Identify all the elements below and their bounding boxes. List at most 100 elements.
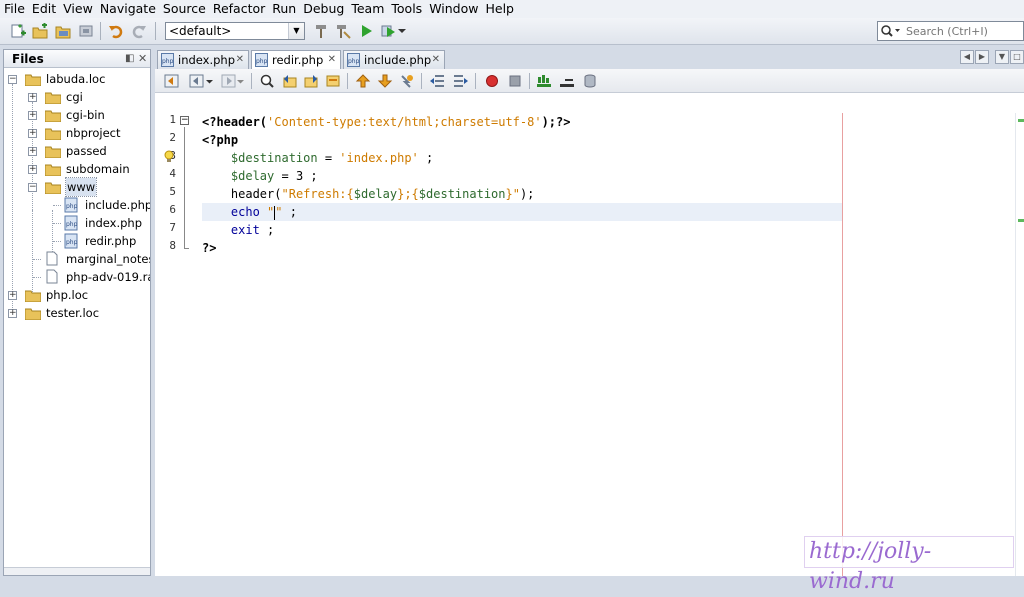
horizontal-scrollbar[interactable] [4, 567, 150, 575]
next-bookmark-icon[interactable] [377, 73, 393, 89]
menu-run[interactable]: Run [268, 0, 299, 18]
collapse-icon[interactable]: − [8, 75, 17, 84]
stripe-mark[interactable] [1018, 219, 1024, 222]
menu-navigate[interactable]: Navigate [96, 0, 159, 18]
tree-item-cgi-bin[interactable]: + cgi-bin [4, 106, 150, 124]
toggle-comment-icon[interactable] [536, 73, 552, 89]
folder-icon [25, 74, 41, 86]
menu-refactor[interactable]: Refactor [209, 0, 268, 18]
minimize-icon[interactable]: ◧ [125, 53, 134, 64]
clean-build-icon[interactable] [334, 22, 352, 40]
stripe-mark[interactable] [1018, 119, 1024, 122]
expand-icon[interactable]: + [28, 165, 37, 174]
scroll-tabs-right-icon[interactable]: ▶ [975, 50, 989, 64]
tab-redir-php[interactable]: php redir.php ✕ [251, 50, 341, 70]
configuration-value: <default> [169, 24, 232, 38]
debug-icon[interactable] [379, 22, 397, 40]
start-macro-recording-icon[interactable] [484, 73, 500, 89]
forward-icon[interactable] [221, 73, 237, 89]
find-previous-icon[interactable] [282, 73, 298, 89]
error-stripe[interactable] [1015, 113, 1024, 576]
close-project-icon[interactable] [77, 22, 95, 40]
line-number: 2 [169, 131, 176, 144]
tree-item-www[interactable]: − www [4, 177, 150, 197]
code-line-7: exit ; [230, 223, 275, 237]
menu-help[interactable]: Help [481, 0, 517, 18]
line-number-gutter[interactable]: 1 2 3 4 5 6 7 8 − [155, 111, 200, 576]
line-number: 5 [169, 185, 176, 198]
code-line-3: $destination = 'index.php' ; [230, 151, 434, 165]
database-icon[interactable] [582, 73, 598, 89]
find-selection-icon[interactable] [259, 73, 275, 89]
tree-item-marginal-notes[interactable]: marginal_notes.cl [4, 250, 150, 268]
line-number: 8 [169, 239, 176, 252]
close-tab-icon[interactable]: ✕ [236, 51, 244, 69]
redo-icon[interactable] [130, 22, 148, 40]
build-icon[interactable] [312, 22, 330, 40]
run-icon[interactable] [357, 22, 375, 40]
editor-tabs: php index.php ✕ php redir.php ✕ php incl… [155, 49, 1024, 70]
shift-left-icon[interactable] [429, 73, 445, 89]
menu-team[interactable]: Team [347, 0, 387, 18]
debug-dropdown-icon[interactable] [397, 22, 407, 40]
expand-icon[interactable]: + [28, 111, 37, 120]
collapse-icon[interactable]: − [28, 183, 37, 192]
menu-window[interactable]: Window [425, 0, 481, 18]
menu-view[interactable]: View [59, 0, 96, 18]
previous-bookmark-icon[interactable] [355, 73, 371, 89]
tree-item-php-loc[interactable]: + php.loc [4, 286, 150, 304]
hint-bulb-icon[interactable] [163, 150, 175, 164]
new-project-icon[interactable] [31, 22, 49, 40]
menu-tools[interactable]: Tools [387, 0, 425, 18]
tree-item-labuda-loc[interactable]: − labuda.loc [4, 70, 150, 88]
back-dropdown-icon[interactable] [206, 73, 214, 89]
tree-item-subdomain[interactable]: + subdomain [4, 160, 150, 178]
last-edit-icon[interactable] [164, 73, 180, 89]
expand-icon[interactable]: + [8, 309, 17, 318]
show-opened-documents-icon[interactable]: ▼ [995, 50, 1009, 64]
tree-item-rar-archive[interactable]: php-adv-019.rar [4, 268, 150, 286]
shift-right-icon[interactable] [453, 73, 469, 89]
fold-collapse-icon[interactable]: − [180, 116, 189, 125]
tree-item-cgi[interactable]: + cgi [4, 88, 150, 106]
tab-include-php[interactable]: php include.php ✕ [343, 50, 445, 69]
search-input[interactable] [906, 23, 1021, 39]
folder-icon [45, 92, 61, 104]
tree-item-nbproject[interactable]: + nbproject [4, 124, 150, 142]
expand-icon[interactable]: + [28, 129, 37, 138]
close-icon[interactable]: ✕ [138, 52, 147, 65]
svg-text:php: php [256, 58, 268, 65]
tree-item-redir-php[interactable]: php redir.php [4, 232, 150, 250]
menu-debug[interactable]: Debug [299, 0, 347, 18]
uncomment-icon[interactable] [559, 73, 575, 89]
search-box[interactable] [877, 21, 1024, 41]
toggle-bookmark-icon[interactable] [399, 73, 415, 89]
chevron-down-icon[interactable]: ▼ [288, 23, 304, 39]
configuration-select[interactable]: <default> ▼ [165, 22, 305, 40]
expand-icon[interactable]: + [8, 291, 17, 300]
open-project-icon[interactable] [54, 22, 72, 40]
menu-file[interactable]: File [0, 0, 28, 18]
close-tab-icon[interactable]: ✕ [328, 51, 336, 69]
forward-dropdown-icon[interactable] [237, 73, 245, 89]
menu-source[interactable]: Source [159, 0, 209, 18]
maximize-window-icon[interactable]: □ [1010, 50, 1024, 64]
new-file-icon[interactable] [9, 22, 27, 40]
back-icon[interactable] [189, 73, 205, 89]
tree-item-passed[interactable]: + passed [4, 142, 150, 160]
expand-icon[interactable]: + [28, 147, 37, 156]
line-number: 7 [169, 221, 176, 234]
toggle-highlight-icon[interactable] [325, 73, 341, 89]
scroll-tabs-left-icon[interactable]: ◀ [960, 50, 974, 64]
menu-edit[interactable]: Edit [28, 0, 59, 18]
expand-icon[interactable]: + [28, 93, 37, 102]
tree-item-index-php[interactable]: php index.php [4, 214, 150, 232]
undo-icon[interactable] [107, 22, 125, 40]
stop-macro-recording-icon[interactable] [507, 73, 523, 89]
close-tab-icon[interactable]: ✕ [432, 51, 440, 69]
search-icon[interactable] [880, 24, 902, 38]
find-next-icon[interactable] [303, 73, 319, 89]
tab-index-php[interactable]: php index.php ✕ [157, 50, 249, 69]
tree-item-include-php[interactable]: php include.php [4, 196, 150, 214]
tree-item-tester-loc[interactable]: + tester.loc [4, 304, 150, 322]
